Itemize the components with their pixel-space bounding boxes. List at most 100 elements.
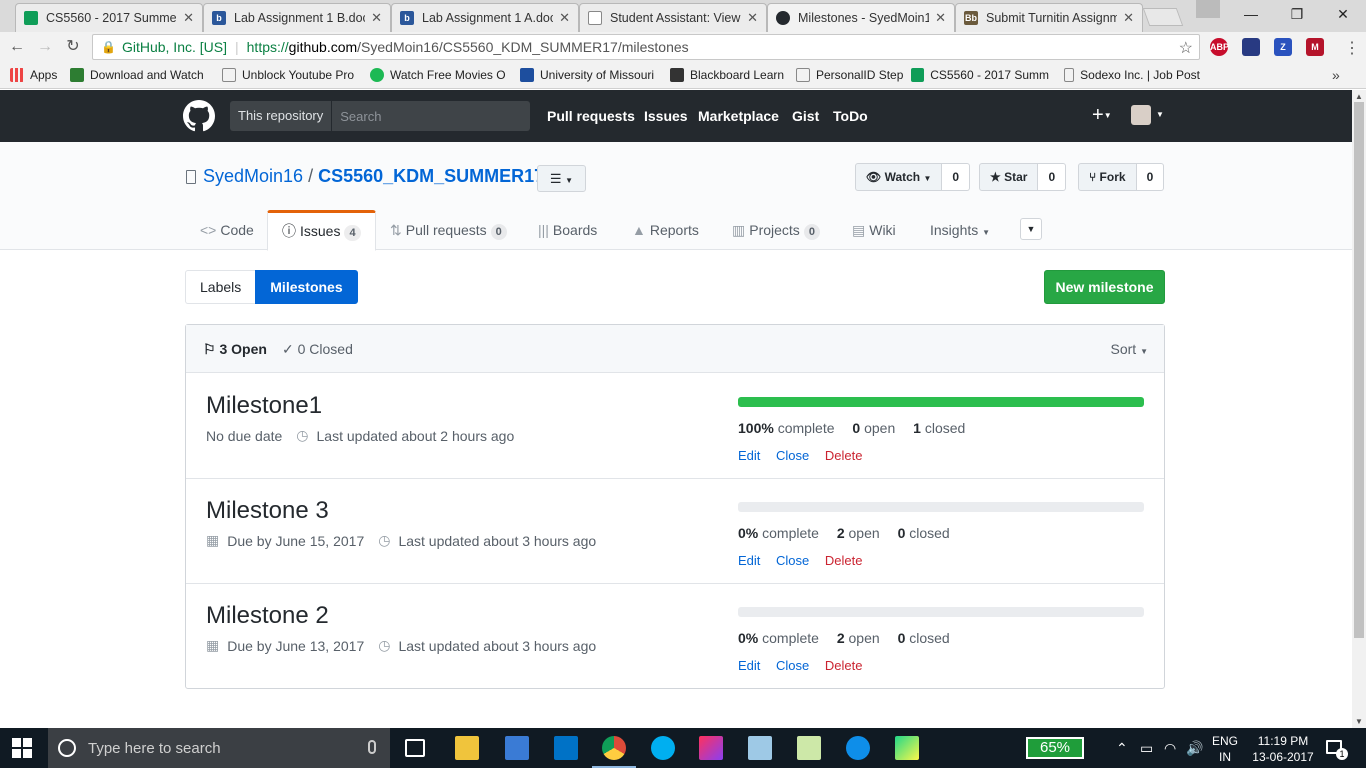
taskbar-search[interactable]: Type here to search <box>48 728 390 768</box>
page-scrollbar[interactable]: ▲ ▼ <box>1352 90 1366 728</box>
star-button[interactable]: ★ Star <box>979 163 1039 191</box>
tab-issues[interactable]: ⓘ Issues 4 <box>267 210 376 251</box>
notepad-icon[interactable] <box>748 736 772 760</box>
browser-tab-active[interactable]: Milestones - SyedMoin1 ✕ <box>767 3 955 32</box>
browser-menu-icon[interactable]: ⋮ <box>1344 38 1360 58</box>
forward-icon[interactable]: → <box>34 36 56 58</box>
browser-tab[interactable]: Bb Submit Turnitin Assignm ✕ <box>955 3 1143 32</box>
tab-code[interactable]: <> Code <box>186 210 268 251</box>
microphone-icon[interactable] <box>368 740 376 754</box>
bookmark-star-icon[interactable]: ☆ <box>1179 38 1193 58</box>
close-link[interactable]: Close <box>776 553 809 568</box>
sort-dropdown[interactable]: Sort ▼ <box>1111 341 1149 357</box>
new-tab-button[interactable] <box>1142 8 1184 26</box>
close-tab-icon[interactable]: ✕ <box>747 10 758 26</box>
scrollbar-thumb[interactable] <box>1354 102 1364 638</box>
star-count[interactable]: 0 <box>1038 163 1067 191</box>
scroll-up-icon[interactable]: ▲ <box>1355 92 1363 101</box>
taskbar-clock[interactable]: 11:19 PM 13-06-2017 <box>1250 733 1316 765</box>
tab-projects[interactable]: ▥ Projects 0 <box>718 210 834 251</box>
scroll-down-icon[interactable]: ▼ <box>1355 717 1363 726</box>
closed-milestones-link[interactable]: ✓ 0 Closed <box>282 341 353 358</box>
tab-reports[interactable]: ▲ Reports <box>618 210 713 251</box>
github-logo-icon[interactable] <box>183 100 215 132</box>
bookmark-item[interactable]: Blackboard Learn <box>670 68 784 82</box>
address-bar[interactable]: 🔒 GitHub, Inc. [US] | https://github.com… <box>92 34 1200 60</box>
close-tab-icon[interactable]: ✕ <box>559 10 570 26</box>
mendeley-extension-icon[interactable]: M <box>1306 38 1324 56</box>
milestone-title[interactable]: Milestone 2 <box>206 602 329 630</box>
windows-start-icon[interactable] <box>12 738 32 758</box>
edit-link[interactable]: Edit <box>738 448 760 463</box>
tab-insights[interactable]: Insights ▼ <box>916 210 1004 251</box>
bookmark-item[interactable]: PersonalID Step <box>796 68 903 82</box>
bookmark-apps[interactable]: Apps <box>10 68 57 82</box>
close-tab-icon[interactable]: ✕ <box>935 10 946 26</box>
extension-icon[interactable] <box>1242 38 1260 56</box>
milestone-title[interactable]: Milestone1 <box>206 392 322 420</box>
intellij-icon[interactable] <box>699 736 723 760</box>
wifi-icon[interactable]: ◠ <box>1164 740 1176 757</box>
watch-count[interactable]: 0 <box>942 163 971 191</box>
bookmark-item[interactable]: Watch Free Movies O <box>370 68 506 82</box>
minimize-icon[interactable]: — <box>1228 0 1274 30</box>
adblock-extension-icon[interactable]: ABP <box>1210 38 1229 56</box>
fork-count[interactable]: 0 <box>1136 163 1165 191</box>
more-tabs-button[interactable]: ▼ <box>1020 218 1042 240</box>
open-milestones-link[interactable]: ⚐ 3 Open <box>203 341 267 358</box>
show-hidden-icons-icon[interactable]: ⌃ <box>1116 740 1128 757</box>
language-indicator[interactable]: ENG IN <box>1212 733 1238 765</box>
edit-link[interactable]: Edit <box>738 658 760 673</box>
task-view-icon[interactable] <box>405 739 425 757</box>
volume-icon[interactable]: 🔊 <box>1186 740 1203 757</box>
browser-tab[interactable]: b Lab Assignment 1 A.doc ✕ <box>391 3 579 32</box>
nav-issues[interactable]: Issues <box>644 108 688 124</box>
labels-tab[interactable]: Labels <box>185 270 256 304</box>
nav-marketplace[interactable]: Marketplace <box>698 108 779 124</box>
milestone-title[interactable]: Milestone 3 <box>206 497 329 525</box>
taskbar-search-input[interactable]: Type here to search <box>88 740 221 757</box>
delete-link[interactable]: Delete <box>825 448 863 463</box>
profile-icon[interactable] <box>1196 0 1220 18</box>
close-link[interactable]: Close <box>776 658 809 673</box>
close-window-icon[interactable]: ✕ <box>1320 0 1366 30</box>
nav-gist[interactable]: Gist <box>792 108 819 124</box>
bookmark-item[interactable]: Unblock Youtube Pro <box>222 68 354 82</box>
milestones-tab[interactable]: Milestones <box>255 270 358 304</box>
repo-owner-link[interactable]: SyedMoin16 <box>203 166 303 186</box>
excel-icon[interactable] <box>797 736 821 760</box>
browser-tab[interactable]: CS5560 - 2017 Summer ✕ <box>15 3 203 32</box>
tab-wiki[interactable]: ▤ Wiki <box>838 210 910 251</box>
outlook-icon[interactable] <box>554 736 578 760</box>
repo-menu-button[interactable]: ☰ ▼ <box>537 165 586 192</box>
watch-button[interactable]: 👁 Watch ▼ <box>855 163 943 191</box>
caret-down-icon[interactable]: ▼ <box>1156 110 1164 119</box>
delete-link[interactable]: Delete <box>825 553 863 568</box>
battery-icon[interactable]: ▭ <box>1140 740 1153 757</box>
fork-button[interactable]: ⑂ Fork <box>1078 163 1137 191</box>
pycharm-icon[interactable] <box>895 736 919 760</box>
bookmark-item[interactable]: CS5560 - 2017 Summ <box>911 68 1049 82</box>
teamviewer-icon[interactable] <box>846 736 870 760</box>
repo-name-link[interactable]: CS5560_KDM_SUMMER17 <box>318 166 544 186</box>
avatar[interactable] <box>1131 105 1151 125</box>
edit-link[interactable]: Edit <box>738 553 760 568</box>
restore-icon[interactable]: ❐ <box>1274 0 1320 30</box>
browser-tab[interactable]: b Lab Assignment 1 B.doc ✕ <box>203 3 391 32</box>
delete-link[interactable]: Delete <box>825 658 863 673</box>
chrome-icon[interactable] <box>592 736 636 768</box>
search-input[interactable]: Search <box>332 109 389 124</box>
close-tab-icon[interactable]: ✕ <box>183 10 194 26</box>
battery-indicator[interactable]: 65% <box>1026 737 1084 759</box>
skype-icon[interactable] <box>651 736 675 760</box>
tab-boards[interactable]: ||| Boards <box>524 210 611 251</box>
file-explorer-icon[interactable] <box>455 736 479 760</box>
browser-tab[interactable]: Student Assistant: View ✕ <box>579 3 767 32</box>
bookmark-item[interactable]: Download and Watch <box>70 68 204 82</box>
bookmarks-overflow-icon[interactable]: » <box>1332 67 1340 83</box>
reload-icon[interactable]: ↻ <box>62 36 84 58</box>
close-link[interactable]: Close <box>776 448 809 463</box>
bookmark-item[interactable]: Sodexo Inc. | Job Post <box>1064 68 1200 82</box>
zotero-extension-icon[interactable]: Z <box>1274 38 1292 56</box>
back-icon[interactable]: ← <box>6 36 28 58</box>
